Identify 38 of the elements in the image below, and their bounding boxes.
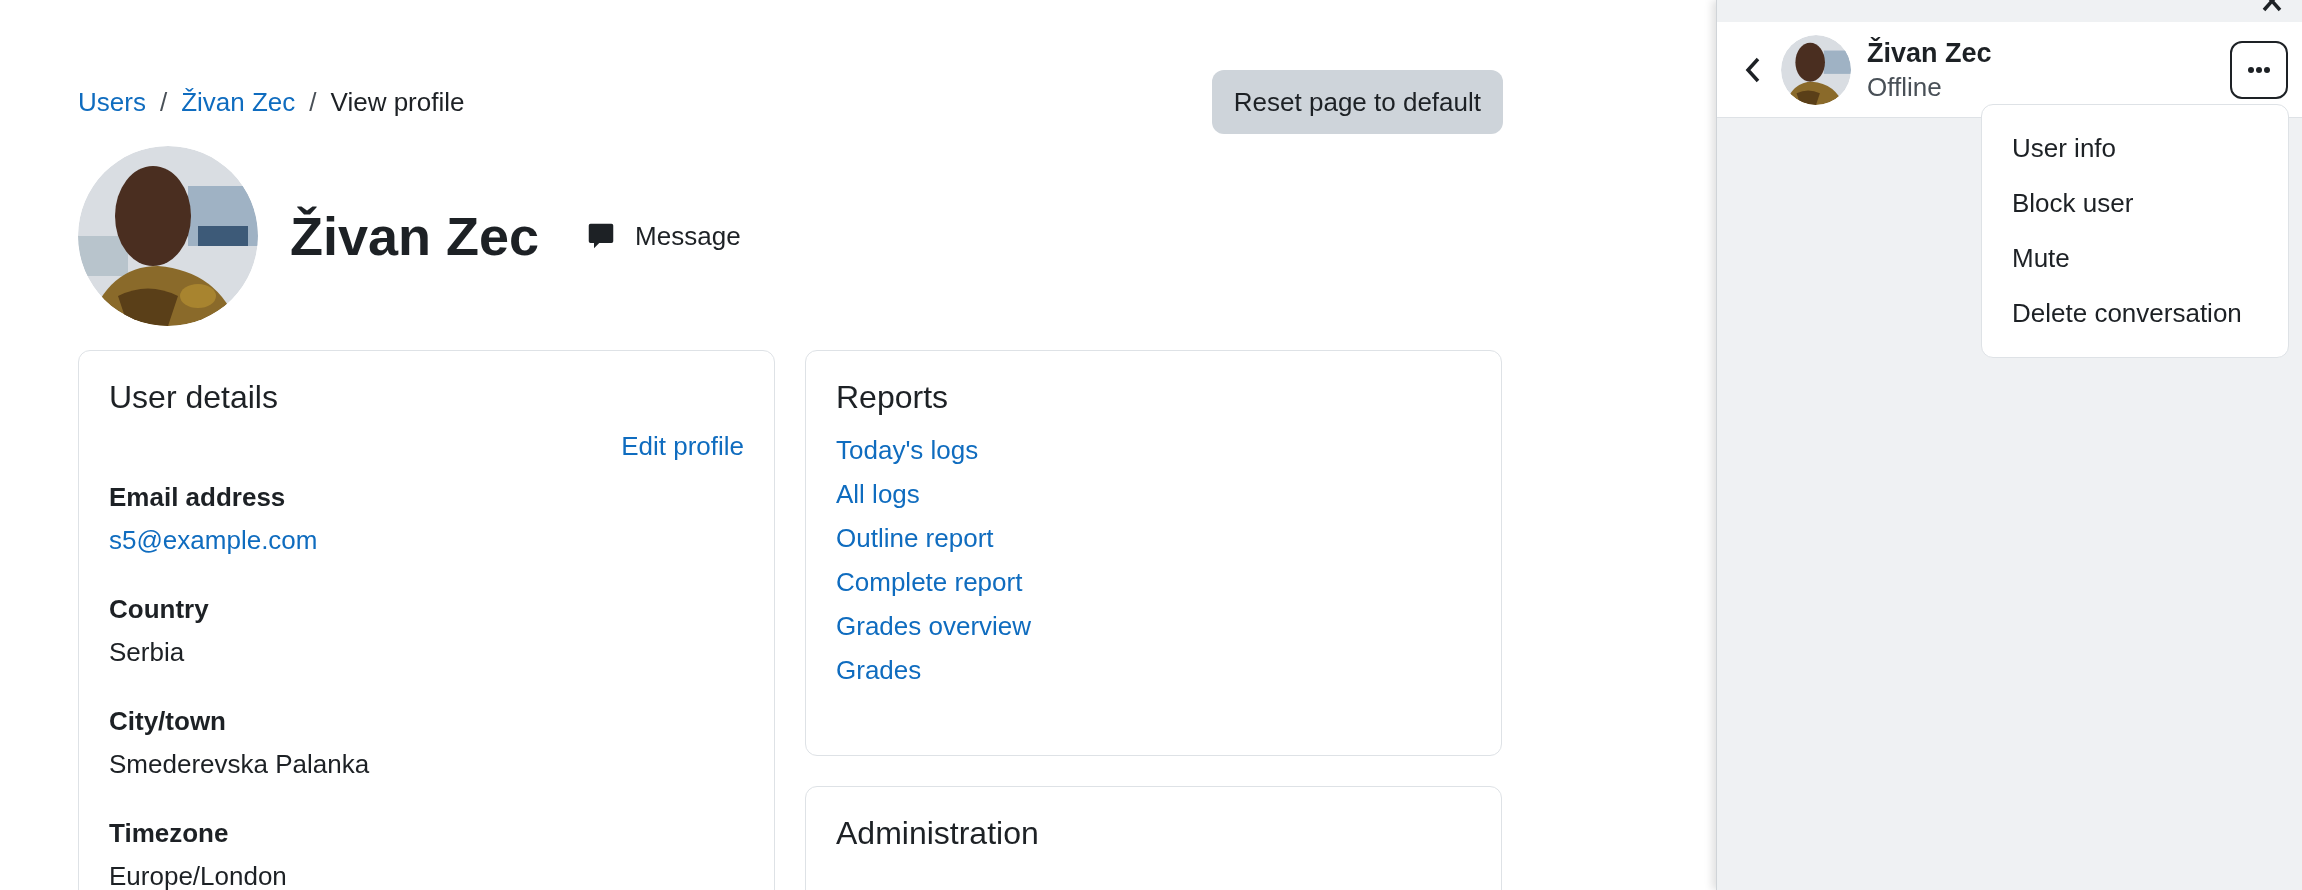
profile-name: Živan Zec xyxy=(290,204,540,268)
breadcrumb-link[interactable]: Živan Zec xyxy=(181,82,296,122)
field-value: Europe/London xyxy=(109,860,287,890)
field-value: Smederevska Palanka xyxy=(109,748,370,781)
edit-profile-link[interactable]: Edit profile xyxy=(621,427,744,466)
card-title: User details xyxy=(109,378,279,417)
chat-icon xyxy=(587,222,616,250)
menu-item[interactable]: User info xyxy=(1982,121,2288,176)
breadcrumb-separator: / xyxy=(159,85,168,119)
contact-name: Živan Zec xyxy=(1867,36,1992,70)
field-label: City/town xyxy=(109,705,227,738)
field-value: Serbia xyxy=(109,636,185,669)
card-title: Administration xyxy=(836,814,1040,853)
report-link[interactable]: All logs xyxy=(836,477,920,511)
report-link[interactable]: Today's logs xyxy=(836,433,979,467)
menu-item[interactable]: Block user xyxy=(1982,176,2288,231)
close-button[interactable] xyxy=(2262,0,2282,12)
report-link[interactable]: Outline report xyxy=(836,521,994,555)
more-options-button[interactable] xyxy=(2230,40,2288,99)
breadcrumb-separator: / xyxy=(309,85,317,119)
field-label: Country xyxy=(109,593,210,626)
field-label: Email address xyxy=(109,481,287,514)
reset-page-button[interactable]: Reset page to default xyxy=(1211,70,1503,134)
field-label: Timezone xyxy=(109,817,230,850)
breadcrumb-current: View profile xyxy=(330,85,465,119)
message-button[interactable]: Message xyxy=(587,216,741,256)
report-link[interactable]: Grades overview xyxy=(836,609,1032,643)
breadcrumb-link[interactable]: Users xyxy=(78,82,146,122)
close-icon xyxy=(2262,0,2282,12)
report-link[interactable]: Grades xyxy=(836,653,922,687)
email-link[interactable]: s5@example.com xyxy=(109,521,318,560)
contact-status: Offline xyxy=(1867,70,1943,104)
ellipsis-icon xyxy=(2247,65,2271,74)
menu-item[interactable]: Delete conversation xyxy=(1982,286,2288,341)
chevron-left-icon xyxy=(1744,55,1762,84)
card-title: Reports xyxy=(836,378,950,417)
menu-item[interactable]: Mute xyxy=(1982,231,2288,286)
report-link[interactable]: Complete report xyxy=(836,565,1023,599)
